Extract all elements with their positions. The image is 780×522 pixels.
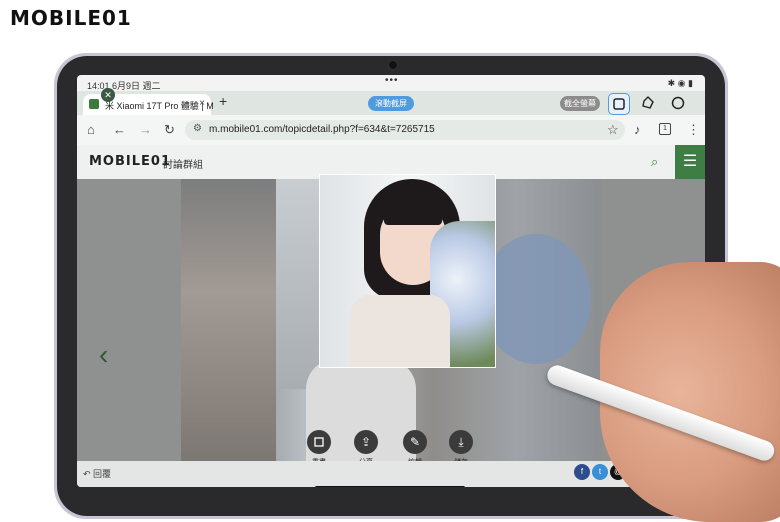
twitter-share-icon[interactable]: t xyxy=(592,464,608,480)
subject-shoulders xyxy=(350,295,450,367)
tab-count-button[interactable]: 1 xyxy=(659,123,671,135)
home-indicator[interactable] xyxy=(315,486,465,487)
favicon-icon xyxy=(89,99,99,109)
edit-icon: ✎ xyxy=(409,435,421,449)
redraw-button[interactable] xyxy=(307,430,331,454)
tab-close-icon[interactable]: × xyxy=(199,98,205,109)
microphone-icon[interactable]: ♪ xyxy=(634,122,641,137)
browser-tab[interactable]: ✕ 米 Xiaomi 17T Pro 體驗 | M × xyxy=(83,88,214,115)
browser-tab-bar: ✕ 米 Xiaomi 17T Pro 體驗 | M × + 滾動截屏 截全螢幕 xyxy=(77,88,705,115)
facebook-share-icon[interactable]: f xyxy=(574,464,590,480)
window-frame-left xyxy=(181,179,276,461)
front-camera xyxy=(388,60,398,70)
mobile01-watermark-logo: MOBILE01 xyxy=(10,6,132,30)
redraw-icon xyxy=(314,437,324,447)
back-icon[interactable]: ← xyxy=(113,122,126,137)
share-icon: ⇪ xyxy=(360,435,372,449)
status-icons: ✱ ◉ ▮ xyxy=(667,78,693,88)
window-handle-dots[interactable]: ••• xyxy=(385,75,399,86)
rectangle-icon xyxy=(613,98,625,110)
reply-link[interactable]: ↶ 回覆 xyxy=(83,467,111,480)
search-icon[interactable]: ⌕ xyxy=(651,154,658,170)
forum-label[interactable]: 討論群組 xyxy=(163,156,203,171)
rectangle-crop-button[interactable] xyxy=(608,93,630,115)
address-bar: ⌂ ← → ↻ ⚙ m.mobile01.com/topicdetail.php… xyxy=(77,115,705,146)
new-tab-icon[interactable]: + xyxy=(219,93,227,109)
freeform-crop-button[interactable] xyxy=(638,93,658,113)
crop-selection-preview[interactable] xyxy=(320,175,495,367)
site-info-icon[interactable]: ⚙ xyxy=(193,123,202,134)
hamburger-menu-button[interactable]: ☰ xyxy=(675,145,705,179)
site-logo[interactable]: MOBILE01 xyxy=(89,154,171,169)
edit-button[interactable]: ✎ xyxy=(403,430,427,454)
prev-photo-arrow-icon[interactable]: ‹ xyxy=(99,339,108,371)
url-field[interactable]: ⚙ m.mobile01.com/topicdetail.php?f=634&t… xyxy=(185,120,625,140)
forward-icon[interactable]: → xyxy=(139,122,152,137)
reply-label: 回覆 xyxy=(93,469,112,479)
tab-title: 米 Xiaomi 17T Pro 體驗 | M xyxy=(105,101,214,111)
reload-icon[interactable]: ↻ xyxy=(164,122,175,138)
freeform-icon xyxy=(642,96,654,109)
scroll-capture-button[interactable]: 滾動截屏 xyxy=(368,96,414,111)
page-footer: ↶ 回覆 f t @ L xyxy=(77,461,705,487)
more-menu-icon[interactable]: ⋮ xyxy=(687,122,700,138)
bookmark-star-icon[interactable]: ☆ xyxy=(607,122,619,138)
save-button[interactable]: ⤓ xyxy=(449,430,473,454)
circle-crop-button[interactable] xyxy=(668,93,688,113)
save-icon: ⤓ xyxy=(458,435,464,449)
url-text: m.mobile01.com/topicdetail.php?f=634&t=7… xyxy=(209,124,435,135)
share-button[interactable]: ⇪ xyxy=(354,430,378,454)
status-bar: 14:01 6月9日 週二 ••• ✱ ◉ ▮ xyxy=(77,75,705,91)
circle-icon xyxy=(671,96,685,110)
home-icon[interactable]: ⌂ xyxy=(87,122,95,137)
full-screen-capture-button[interactable]: 截全螢幕 xyxy=(560,96,600,111)
subject-bangs xyxy=(384,205,442,225)
flower-bouquet xyxy=(481,234,591,364)
